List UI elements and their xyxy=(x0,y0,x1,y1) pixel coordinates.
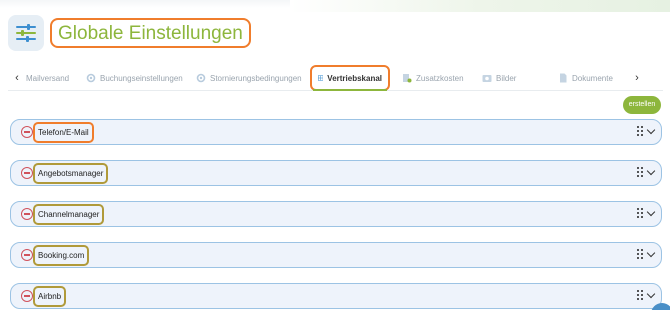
chevron-right-icon[interactable]: › xyxy=(628,72,646,84)
remove-icon[interactable] xyxy=(21,126,33,138)
chevron-left-icon[interactable]: ‹ xyxy=(8,72,26,84)
tab-stornierungsbedingungen[interactable]: Stornierungsbedingungen xyxy=(196,73,310,83)
channel-row[interactable]: Channelmanager xyxy=(10,201,662,227)
tab-dokumente[interactable]: Dokumente xyxy=(558,73,628,83)
tab-zusatzkosten[interactable]: Zusatzkosten xyxy=(390,73,482,83)
channel-row[interactable]: Telefon/E-Mail xyxy=(10,119,662,145)
page-title: Globale Einstellungen xyxy=(50,18,251,48)
grid-icon xyxy=(318,75,324,81)
tab-mailversand[interactable]: Mailversand xyxy=(26,74,86,83)
camera-icon xyxy=(482,75,492,82)
remove-icon[interactable] xyxy=(21,290,33,302)
tab-vertriebskanal[interactable]: Vertriebskanal xyxy=(310,65,390,91)
channel-label: Angebotsmanager xyxy=(33,163,109,184)
channel-row[interactable]: Angebotsmanager xyxy=(10,160,662,186)
drag-handle-icon[interactable] xyxy=(637,167,643,177)
tab-buchungseinstellungen[interactable]: Buchungseinstellungen xyxy=(86,73,196,83)
remove-icon[interactable] xyxy=(21,208,33,220)
tab-label: Zusatzkosten xyxy=(416,73,464,83)
channel-row[interactable]: Booking.com xyxy=(10,242,662,268)
document-icon xyxy=(560,73,567,83)
active-tab-indicator xyxy=(313,89,387,91)
tab-label: Bilder xyxy=(496,73,517,83)
remove-icon[interactable] xyxy=(21,167,33,179)
drag-handle-icon[interactable] xyxy=(637,208,643,218)
create-button[interactable]: erstellen xyxy=(623,96,661,114)
channel-row[interactable]: Airbnb xyxy=(10,283,662,309)
chevron-down-icon[interactable] xyxy=(646,289,656,299)
tab-label: Mailversand xyxy=(26,73,70,83)
tab-label: Vertriebskanal xyxy=(327,73,382,83)
chevron-down-icon[interactable] xyxy=(646,248,656,258)
chevron-down-icon[interactable] xyxy=(646,125,656,135)
channel-label: Telefon/E-Mail xyxy=(33,122,94,143)
tab-label: Buchungseinstellungen xyxy=(100,73,183,83)
page-header: Globale Einstellungen xyxy=(8,14,251,52)
tab-bilder[interactable]: Bilder xyxy=(482,73,558,83)
tab-bar: ‹ Mailversand Buchungseinstellungen Stor… xyxy=(8,65,663,91)
drag-handle-icon[interactable] xyxy=(637,249,643,259)
remove-icon[interactable] xyxy=(21,249,33,261)
channel-label: Booking.com xyxy=(33,245,90,266)
channel-label: Airbnb xyxy=(33,286,67,307)
gear-icon xyxy=(196,73,206,83)
chevron-down-icon[interactable] xyxy=(646,166,656,176)
sliders-icon xyxy=(8,15,44,51)
gear-icon xyxy=(86,73,96,83)
channel-label: Channelmanager xyxy=(33,204,105,225)
drag-handle-icon[interactable] xyxy=(637,126,643,136)
chevron-down-icon[interactable] xyxy=(646,207,656,217)
cost-icon xyxy=(403,74,412,83)
tab-label: Dokumente xyxy=(572,73,613,83)
drag-handle-icon[interactable] xyxy=(637,290,643,300)
tab-label: Stornierungsbedingungen xyxy=(210,73,302,83)
background-decoration xyxy=(290,0,670,12)
